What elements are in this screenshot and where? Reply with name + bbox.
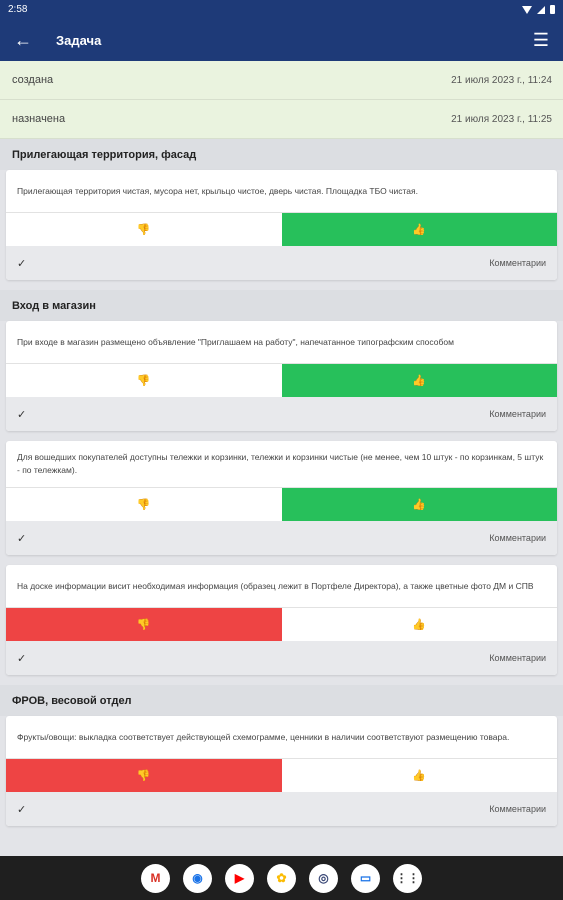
thumb-up-button[interactable]: 👍 — [281, 759, 557, 792]
chrome-icon[interactable]: ◉ — [183, 863, 212, 893]
youtube-icon[interactable]: ▶ — [225, 863, 254, 893]
messages-icon[interactable]: ▭ — [351, 863, 380, 893]
thumb-down-button[interactable]: 👎 — [6, 488, 282, 521]
card-footer: ✓ Комментарии — [6, 246, 557, 280]
thumb-down-button[interactable]: 👎 — [6, 608, 282, 641]
card-footer: ✓ Комментарии — [6, 397, 557, 431]
signal-icon — [537, 5, 545, 14]
status-date: 21 июля 2023 г., 11:24 — [451, 74, 552, 86]
checklist-card: Прилегающая территория чистая, мусора не… — [6, 170, 557, 280]
vote-row: 👎 👍 — [6, 607, 557, 641]
arrow-back-icon[interactable]: ← — [14, 30, 40, 51]
task-content[interactable]: создана 21 июля 2023 г., 11:24 назначена… — [0, 61, 563, 856]
page-title: Задача — [56, 32, 102, 48]
camera-icon[interactable]: ◎ — [309, 863, 338, 893]
card-footer: ✓ Комментарии — [6, 641, 557, 675]
wifi-icon — [522, 5, 532, 14]
check-icon: ✓ — [17, 257, 27, 270]
thumb-up-button[interactable]: 👍 — [281, 213, 557, 246]
checklist-card: Фрукты/овощи: выкладка соответствует дей… — [6, 716, 557, 826]
android-dock: M ◉ ▶ ✿ ◎ ▭ ⋮⋮ — [0, 856, 563, 900]
status-date: 21 июля 2023 г., 11:25 — [451, 113, 552, 125]
thumb-down-icon: 👎 — [136, 770, 151, 782]
status-label: назначена — [12, 113, 66, 125]
comments-link[interactable]: Комментарии — [489, 533, 546, 543]
photos-icon[interactable]: ✿ — [267, 863, 296, 893]
thumb-up-icon: 👍 — [412, 499, 427, 511]
thumb-up-icon: 👍 — [412, 619, 427, 631]
thumb-up-button[interactable]: 👍 — [281, 608, 557, 641]
thumb-up-button[interactable]: 👍 — [281, 488, 557, 521]
comments-link[interactable]: Комментарии — [489, 653, 546, 663]
vote-row: 👎 👍 — [6, 487, 557, 521]
clock: 2:58 — [8, 4, 28, 15]
status-icons — [522, 5, 555, 14]
checklist-item-text: Фрукты/овощи: выкладка соответствует дей… — [17, 731, 510, 742]
vote-row: 👎 👍 — [6, 758, 557, 792]
thumb-up-icon: 👍 — [412, 224, 427, 236]
thumb-down-icon: 👎 — [136, 619, 151, 631]
check-icon: ✓ — [17, 803, 27, 816]
thumb-up-button[interactable]: 👍 — [281, 364, 557, 397]
checklist-item-text: На доске информации висит необходимая ин… — [17, 580, 534, 591]
battery-icon — [550, 5, 555, 14]
thumb-down-button[interactable]: 👎 — [6, 759, 282, 792]
thumb-up-icon: 👍 — [412, 375, 427, 387]
card-footer: ✓ Комментарии — [6, 521, 557, 555]
thumb-down-button[interactable]: 👎 — [6, 213, 282, 246]
thumb-down-icon: 👎 — [136, 224, 151, 236]
checklist-card: Для вошедших покупателей доступны тележк… — [6, 441, 557, 555]
vote-row: 👎 👍 — [6, 363, 557, 397]
comments-link[interactable]: Комментарии — [489, 804, 546, 814]
checklist-item-text: При входе в магазин размещено объявление… — [17, 336, 454, 347]
system-status-bar: 2:58 — [0, 0, 563, 19]
status-row-created: создана 21 июля 2023 г., 11:24 — [0, 61, 563, 100]
thumb-up-icon: 👍 — [412, 770, 427, 782]
vote-row: 👎 👍 — [6, 212, 557, 246]
checklist-card: При входе в магазин размещено объявление… — [6, 321, 557, 431]
comments-link[interactable]: Комментарии — [489, 409, 546, 419]
section-header: ФРОВ, весовой отдел — [0, 685, 563, 716]
checklist-item-text: Для вошедших покупателей доступны тележк… — [17, 452, 544, 475]
comments-link[interactable]: Комментарии — [489, 258, 546, 268]
thumb-down-icon: 👎 — [136, 499, 151, 511]
hamburger-menu-icon[interactable]: ☰ — [533, 30, 549, 51]
section-header: Вход в магазин — [0, 290, 563, 321]
app-drawer-icon[interactable]: ⋮⋮ — [393, 863, 422, 893]
thumb-down-icon: 👎 — [136, 375, 151, 387]
checklist-card: На доске информации висит необходимая ин… — [6, 565, 557, 675]
section-header: Прилегающая территория, фасад — [0, 139, 563, 170]
status-label: создана — [12, 74, 54, 86]
check-icon: ✓ — [17, 652, 27, 665]
checklist-item-text: Прилегающая территория чистая, мусора не… — [17, 185, 418, 196]
gmail-icon[interactable]: M — [141, 863, 170, 893]
check-icon: ✓ — [17, 408, 27, 421]
check-icon: ✓ — [17, 532, 27, 545]
status-row-assigned: назначена 21 июля 2023 г., 11:25 — [0, 100, 563, 139]
app-bar: ← Задача ☰ — [0, 19, 563, 61]
thumb-down-button[interactable]: 👎 — [6, 364, 282, 397]
card-footer: ✓ Комментарии — [6, 792, 557, 826]
